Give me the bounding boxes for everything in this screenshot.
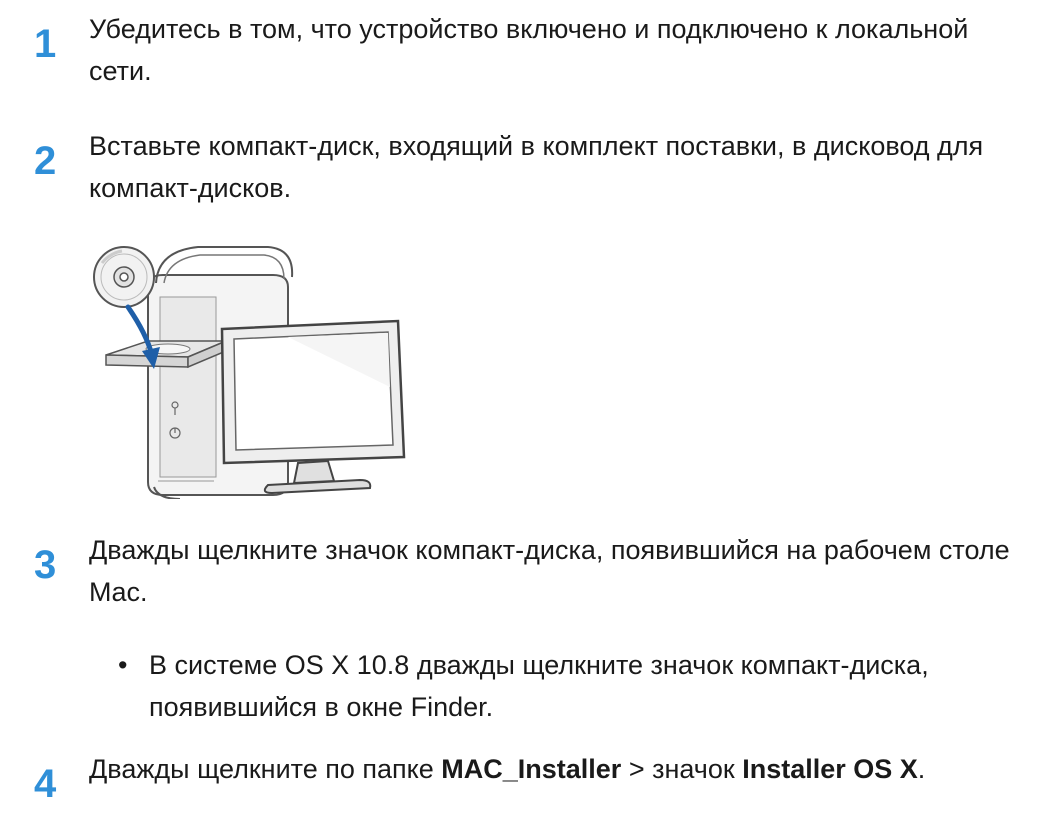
step-text: Дважды щелкните значок компакт-диска, по… [89,535,1010,607]
installer-name: Installer OS X [742,754,918,784]
cd-insert-illustration [88,237,410,500]
step-text-part: . [917,754,926,784]
folder-name: MAC_Installer [441,754,622,784]
step-text: Убедитесь в том, что устройство включено… [89,14,969,86]
bullet-icon: • [118,650,128,680]
bullet-text: В системе OS X 10.8 дважды щелкните знач… [149,650,929,722]
step-text-part: Дважды щелкните по папке [89,754,442,784]
cd-disc-icon [93,246,155,308]
step-text-part: > значок [621,754,743,784]
step-number: 3 [34,543,57,587]
step-text: Вставьте компакт-диск, входящий в компле… [89,131,984,203]
step-text: Дважды щелкните по папке MAC_Installer >… [89,748,1019,790]
step-number: 1 [34,22,57,66]
step-number: 2 [34,139,57,183]
step-number: 4 [34,762,57,806]
